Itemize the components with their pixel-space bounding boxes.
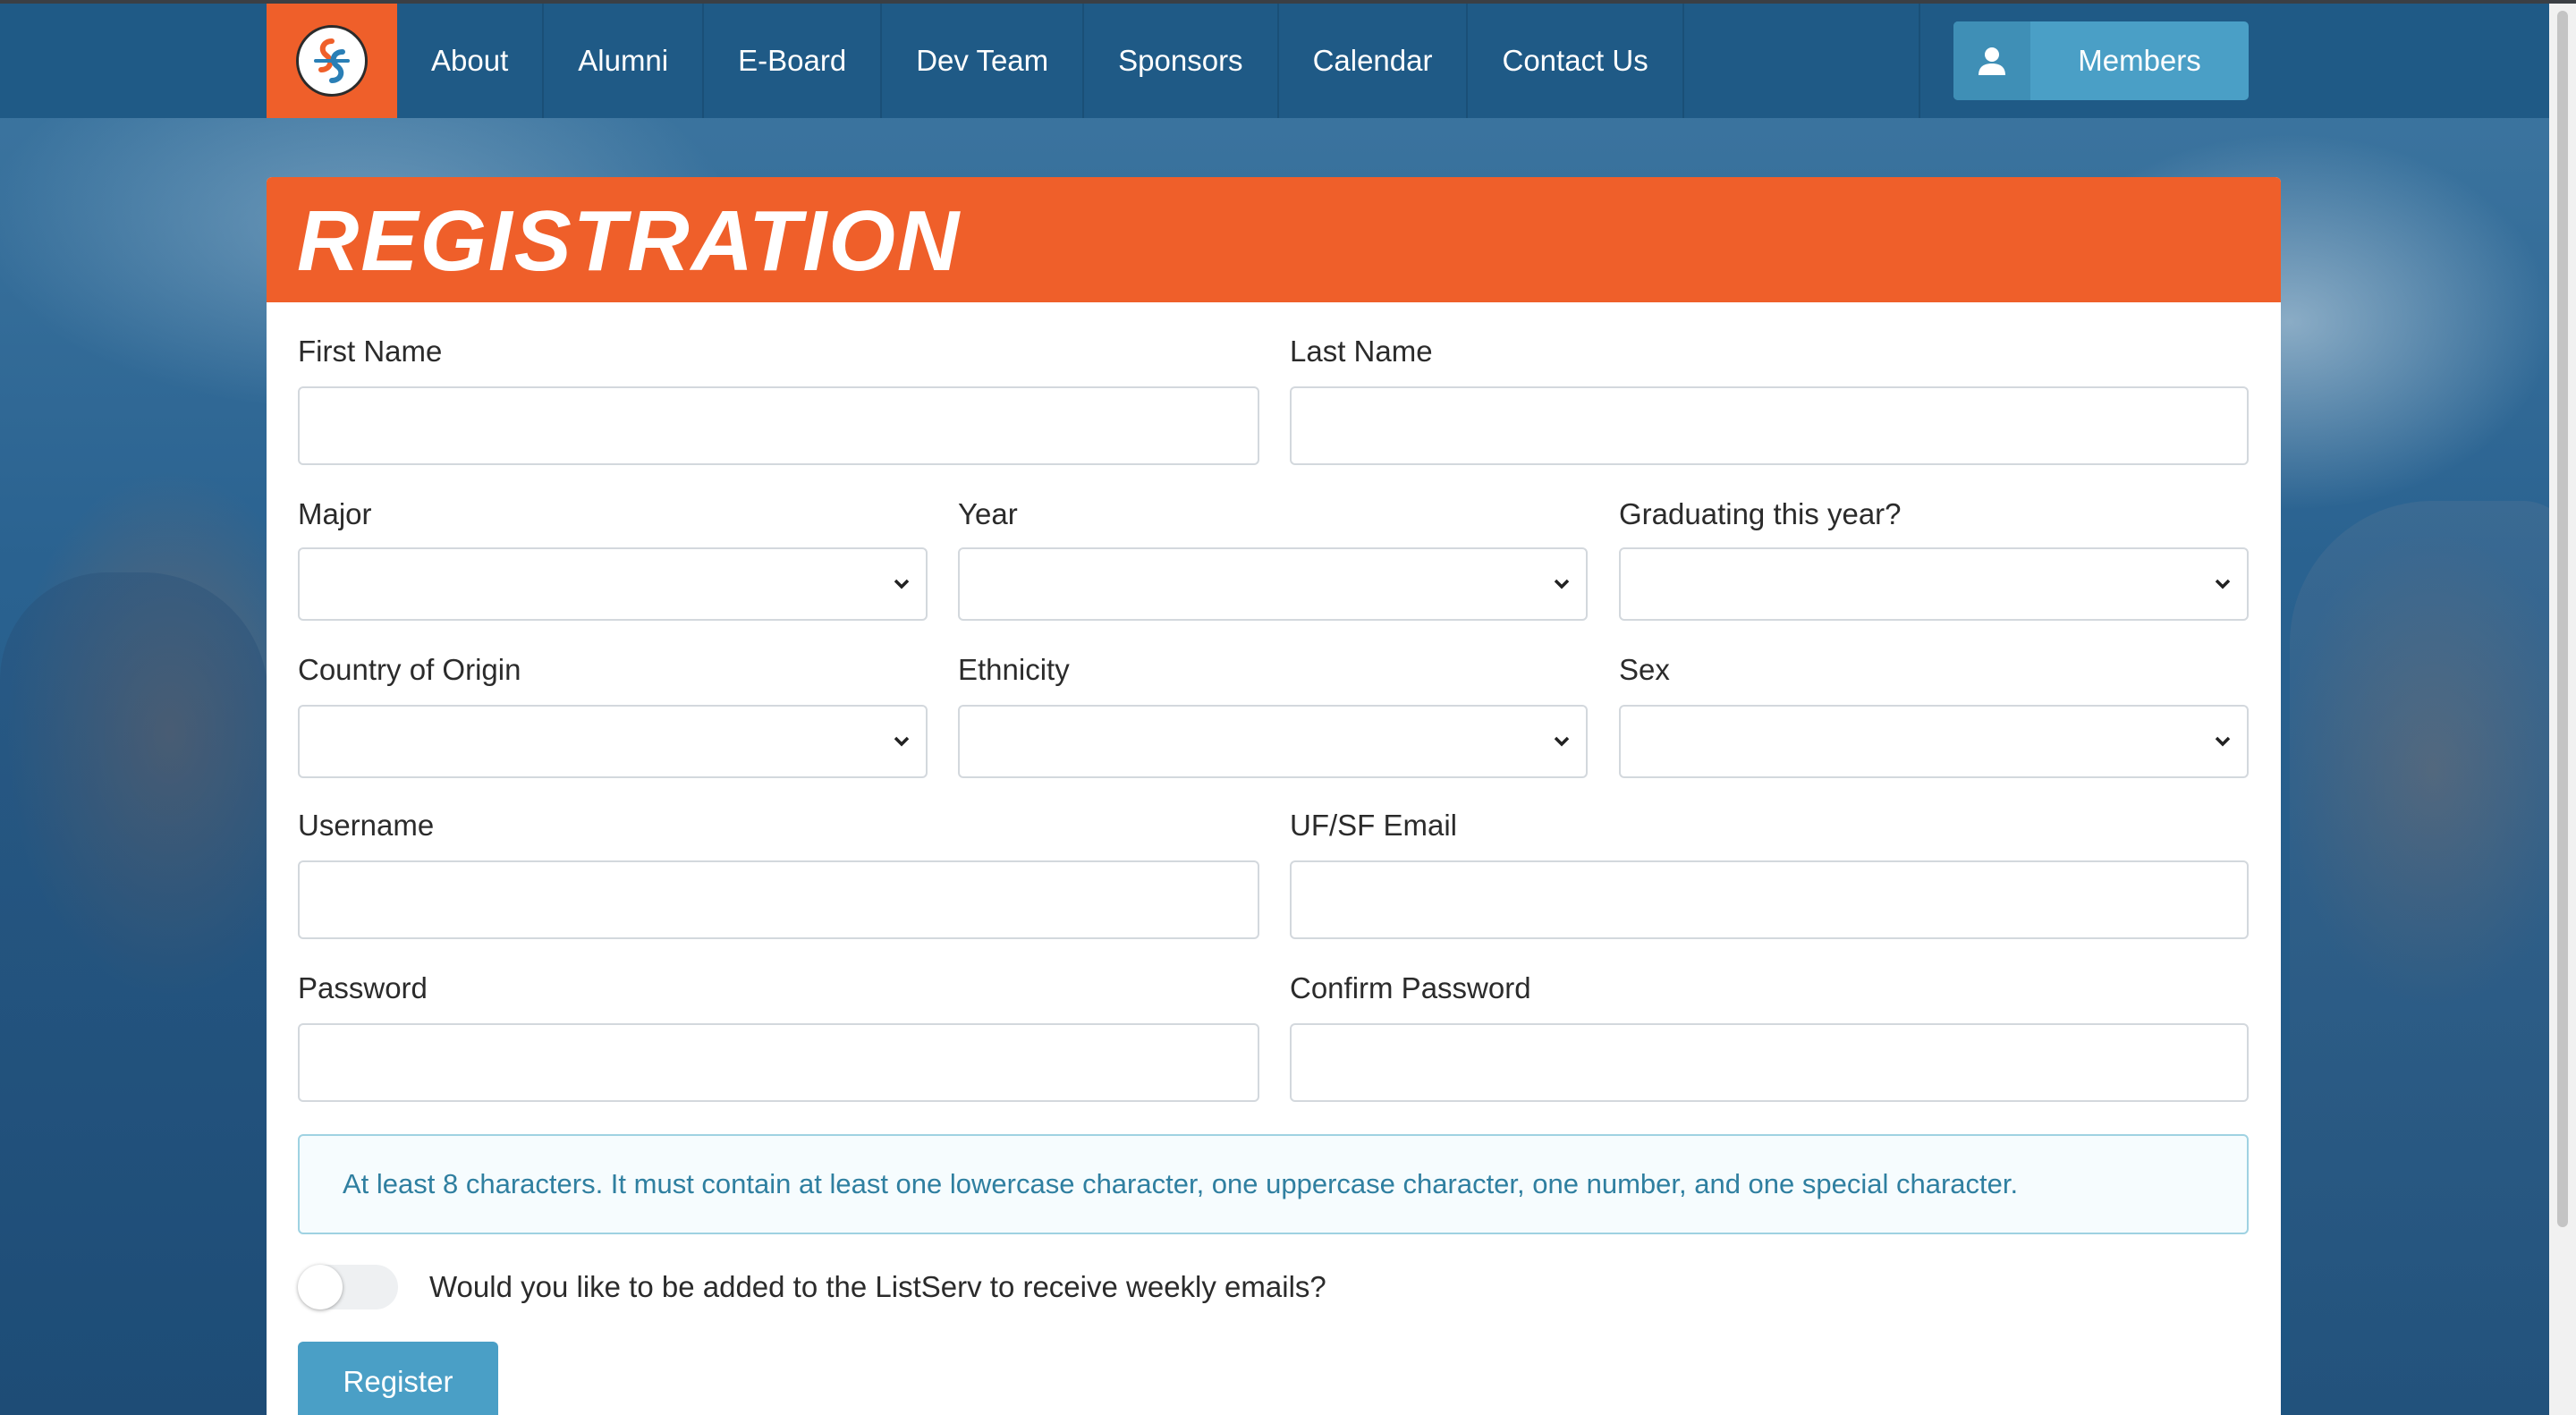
brand-logo-link[interactable] [267,4,397,118]
scrollbar-thumb[interactable] [2557,11,2568,1227]
year-select[interactable] [958,547,1588,621]
nav-item-calendar[interactable]: Calendar [1279,4,1469,118]
email-label: UF/SF Email [1290,809,1458,842]
nav-divider [1919,4,1920,118]
email-field[interactable] [1290,860,2249,939]
background-person-right [2290,501,2576,1415]
country-label: Country of Origin [298,653,521,686]
listserv-toggle[interactable] [298,1265,398,1309]
user-icon [1953,21,2030,100]
confirm-password-label: Confirm Password [1290,971,1531,1004]
password-label: Password [298,971,428,1004]
nav-item-dev-team[interactable]: Dev Team [882,4,1085,118]
password-requirements-alert: At least 8 characters. It must contain a… [298,1134,2249,1234]
nav-item-contact-us[interactable]: Contact Us [1468,4,1684,118]
major-label: Major [298,497,372,530]
toggle-knob [298,1265,343,1309]
nav-item-alumni[interactable]: Alumni [544,4,705,118]
members-label: Members [2078,44,2201,77]
username-field[interactable] [298,860,1259,939]
graduating-label: Graduating this year? [1619,497,1902,530]
nav-menu: About Alumni E-Board Dev Team Sponsors C… [397,4,1684,118]
org-logo-icon [296,25,368,97]
page-scrollbar[interactable] [2549,4,2576,1415]
page-title: REGISTRATION [297,193,962,289]
last-name-label: Last Name [1290,335,1433,368]
chevron-down-icon [1554,736,1570,747]
major-select[interactable] [298,547,928,621]
year-label: Year [958,497,1018,530]
nav-item-eboard[interactable]: E-Board [704,4,883,118]
nav-item-about[interactable]: About [397,4,545,118]
chevron-down-icon [894,579,910,589]
password-field[interactable] [298,1023,1259,1102]
registration-card: REGISTRATION First Name Last Name Major … [267,177,2281,1415]
listserv-label: Would you like to be added to the ListSe… [429,1270,1326,1303]
members-button[interactable]: Members [1953,21,2249,100]
navbar: About Alumni E-Board Dev Team Sponsors C… [0,4,2549,118]
country-select[interactable] [298,705,928,778]
username-label: Username [298,809,435,842]
register-button[interactable]: Register [298,1342,498,1415]
confirm-password-field[interactable] [1290,1023,2249,1102]
first-name-label: First Name [298,335,443,368]
chevron-down-icon [894,736,910,747]
card-header: REGISTRATION [267,177,2281,302]
sex-select[interactable] [1619,705,2249,778]
ethnicity-label: Ethnicity [958,653,1070,686]
sex-label: Sex [1619,653,1670,686]
chevron-down-icon [2215,736,2231,747]
first-name-field[interactable] [298,386,1259,465]
chevron-down-icon [1554,579,1570,589]
chevron-down-icon [2215,579,2231,589]
graduating-select[interactable] [1619,547,2249,621]
ethnicity-select[interactable] [958,705,1588,778]
background-person-left [0,572,268,1415]
nav-item-sponsors[interactable]: Sponsors [1084,4,1279,118]
last-name-field[interactable] [1290,386,2249,465]
